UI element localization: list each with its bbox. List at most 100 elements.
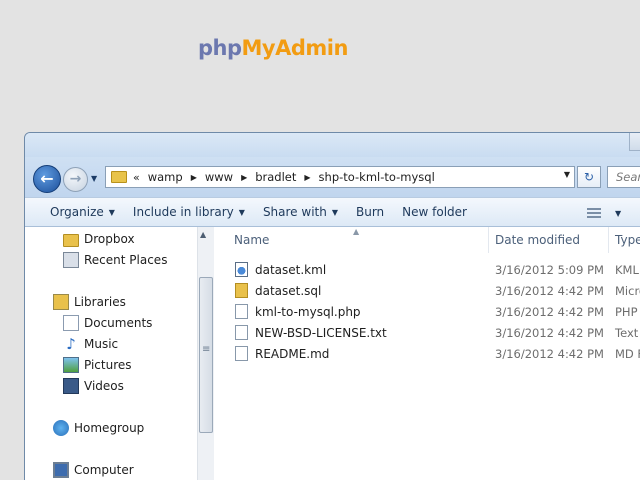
nav-label: Pictures <box>84 358 132 372</box>
computer-icon <box>53 462 69 478</box>
nav-label: Documents <box>84 316 153 330</box>
chevron-down-icon: ▼ <box>331 207 338 217</box>
column-header-date[interactable]: Date modified <box>489 227 609 253</box>
change-view-button[interactable]: ▼ <box>587 198 621 228</box>
file-row[interactable]: dataset.sql 3/16/2012 4:42 PM Micro <box>215 280 640 301</box>
search-input[interactable]: Searc <box>607 166 640 188</box>
file-date: 3/16/2012 4:42 PM <box>495 304 604 319</box>
nav-item-libraries[interactable]: Libraries <box>53 292 126 312</box>
column-name-label: Name <box>234 233 270 247</box>
documents-icon <box>63 315 79 331</box>
chevron-down-icon: ▼ <box>615 208 622 218</box>
command-bar: Organize ▼ Include in library ▼ Share with… <box>25 197 640 227</box>
scroll-thumb[interactable] <box>199 277 213 433</box>
nav-label: Computer <box>74 463 134 477</box>
share-with-button[interactable]: Share with ▼ <box>254 197 347 227</box>
breadcrumb-overflow[interactable]: « <box>133 171 140 184</box>
view-details-icon <box>587 208 601 218</box>
file-name: kml-to-mysql.php <box>255 304 361 319</box>
nav-item-recent-places[interactable]: Recent Places <box>63 250 167 270</box>
recent-places-icon <box>63 252 79 268</box>
breadcrumb-shp-to-kml-to-mysql[interactable]: shp-to-kml-to-mysql <box>319 170 435 184</box>
address-dropdown-icon[interactable]: ▼ <box>564 170 570 179</box>
column-header-name[interactable]: Name <box>215 227 489 253</box>
kml-file-icon <box>235 262 248 277</box>
sql-file-icon <box>235 283 248 298</box>
file-name: dataset.sql <box>255 283 322 298</box>
nav-label: Recent Places <box>84 253 168 267</box>
nav-item-homegroup[interactable]: Homegroup <box>53 418 144 438</box>
homegroup-icon <box>53 420 69 436</box>
file-type: PHP <box>615 304 638 319</box>
address-bar[interactable]: « wamp ▶ www ▶ bradlet ▶ shp-to-kml-to-m… <box>105 166 575 188</box>
generic-file-icon <box>235 346 248 361</box>
file-date: 3/16/2012 4:42 PM <box>495 325 604 340</box>
file-row[interactable]: dataset.kml 3/16/2012 5:09 PM KML <box>215 259 640 280</box>
refresh-button[interactable]: ↻ <box>577 166 601 188</box>
music-icon: ♪ <box>66 335 76 353</box>
column-header-type[interactable]: Type <box>609 227 640 253</box>
nav-label: Dropbox <box>84 232 135 246</box>
logo-myadmin-text: MyAdmin <box>241 36 349 60</box>
organize-button[interactable]: Organize ▼ <box>41 197 124 227</box>
nav-item-pictures[interactable]: Pictures <box>63 355 132 375</box>
file-name: dataset.kml <box>255 262 327 277</box>
chevron-down-icon: ▼ <box>108 207 115 217</box>
explorer-window: ← → ▼ « wamp ▶ www ▶ bradlet ▶ shp-to-km… <box>24 132 640 480</box>
forward-arrow-icon: → <box>69 171 82 187</box>
file-date: 3/16/2012 5:09 PM <box>495 262 604 277</box>
scroll-up-icon[interactable]: ▲ <box>200 230 206 239</box>
recent-pages-button[interactable]: ▼ <box>91 174 101 184</box>
file-list: Name ▲ Date modified Type dataset.kml 3/… <box>215 227 640 480</box>
file-type: KML <box>615 262 639 277</box>
file-type: MD F <box>615 346 640 361</box>
libraries-icon <box>53 294 69 310</box>
content-area: Dropbox Recent Places Libraries Document… <box>25 227 640 480</box>
breadcrumb-separator-icon[interactable]: ▶ <box>304 173 310 182</box>
navigation-row: ← → ▼ « wamp ▶ www ▶ bradlet ▶ shp-to-km… <box>25 157 640 197</box>
new-folder-button[interactable]: New folder <box>393 197 476 227</box>
nav-item-music[interactable]: ♪ Music <box>63 334 118 354</box>
include-in-library-button[interactable]: Include in library ▼ <box>124 197 254 227</box>
nav-item-videos[interactable]: Videos <box>63 376 124 396</box>
organize-label: Organize <box>50 205 104 219</box>
file-row[interactable]: kml-to-mysql.php 3/16/2012 4:42 PM PHP <box>215 301 640 322</box>
breadcrumb-www[interactable]: www <box>205 170 233 184</box>
nav-label: Libraries <box>74 295 126 309</box>
window-control-button[interactable] <box>629 133 640 151</box>
breadcrumb-bradlet[interactable]: bradlet <box>255 170 296 184</box>
include-label: Include in library <box>132 205 234 219</box>
forward-button[interactable]: → <box>63 167 88 192</box>
column-date-label: Date modified <box>495 233 581 247</box>
file-row[interactable]: README.md 3/16/2012 4:42 PM MD F <box>215 343 640 364</box>
breadcrumb-separator-icon[interactable]: ▶ <box>241 173 247 182</box>
file-name: README.md <box>255 346 330 361</box>
nav-label: Homegroup <box>74 421 145 435</box>
back-button[interactable]: ← <box>33 165 61 193</box>
nav-scrollbar[interactable]: ▲ <box>197 227 214 480</box>
dropbox-folder-icon <box>63 233 79 247</box>
breadcrumb-separator-icon[interactable]: ▶ <box>191 173 197 182</box>
nav-item-dropbox[interactable]: Dropbox <box>63 229 135 249</box>
nav-item-documents[interactable]: Documents <box>63 313 152 333</box>
file-row[interactable]: NEW-BSD-LICENSE.txt 3/16/2012 4:42 PM Te… <box>215 322 640 343</box>
pictures-icon <box>63 357 79 373</box>
logo-php-text: php <box>198 36 242 60</box>
back-arrow-icon: ← <box>40 169 54 188</box>
file-type: Text <box>615 325 639 340</box>
file-name: NEW-BSD-LICENSE.txt <box>255 325 387 340</box>
folder-icon <box>111 171 127 183</box>
burn-button[interactable]: Burn <box>347 197 393 227</box>
refresh-icon: ↻ <box>583 170 595 184</box>
nav-label: Music <box>84 337 119 351</box>
breadcrumb-wamp[interactable]: wamp <box>148 170 183 184</box>
column-type-label: Type <box>615 233 640 247</box>
share-label: Share with <box>262 205 327 219</box>
phpmyadmin-logo: phpMyAdmin <box>198 36 348 60</box>
text-file-icon <box>235 325 248 340</box>
file-type: Micro <box>615 283 640 298</box>
generic-file-icon <box>235 304 248 319</box>
chevron-down-icon: ▼ <box>238 207 245 217</box>
file-date: 3/16/2012 4:42 PM <box>495 283 604 298</box>
nav-item-computer[interactable]: Computer <box>53 460 134 480</box>
